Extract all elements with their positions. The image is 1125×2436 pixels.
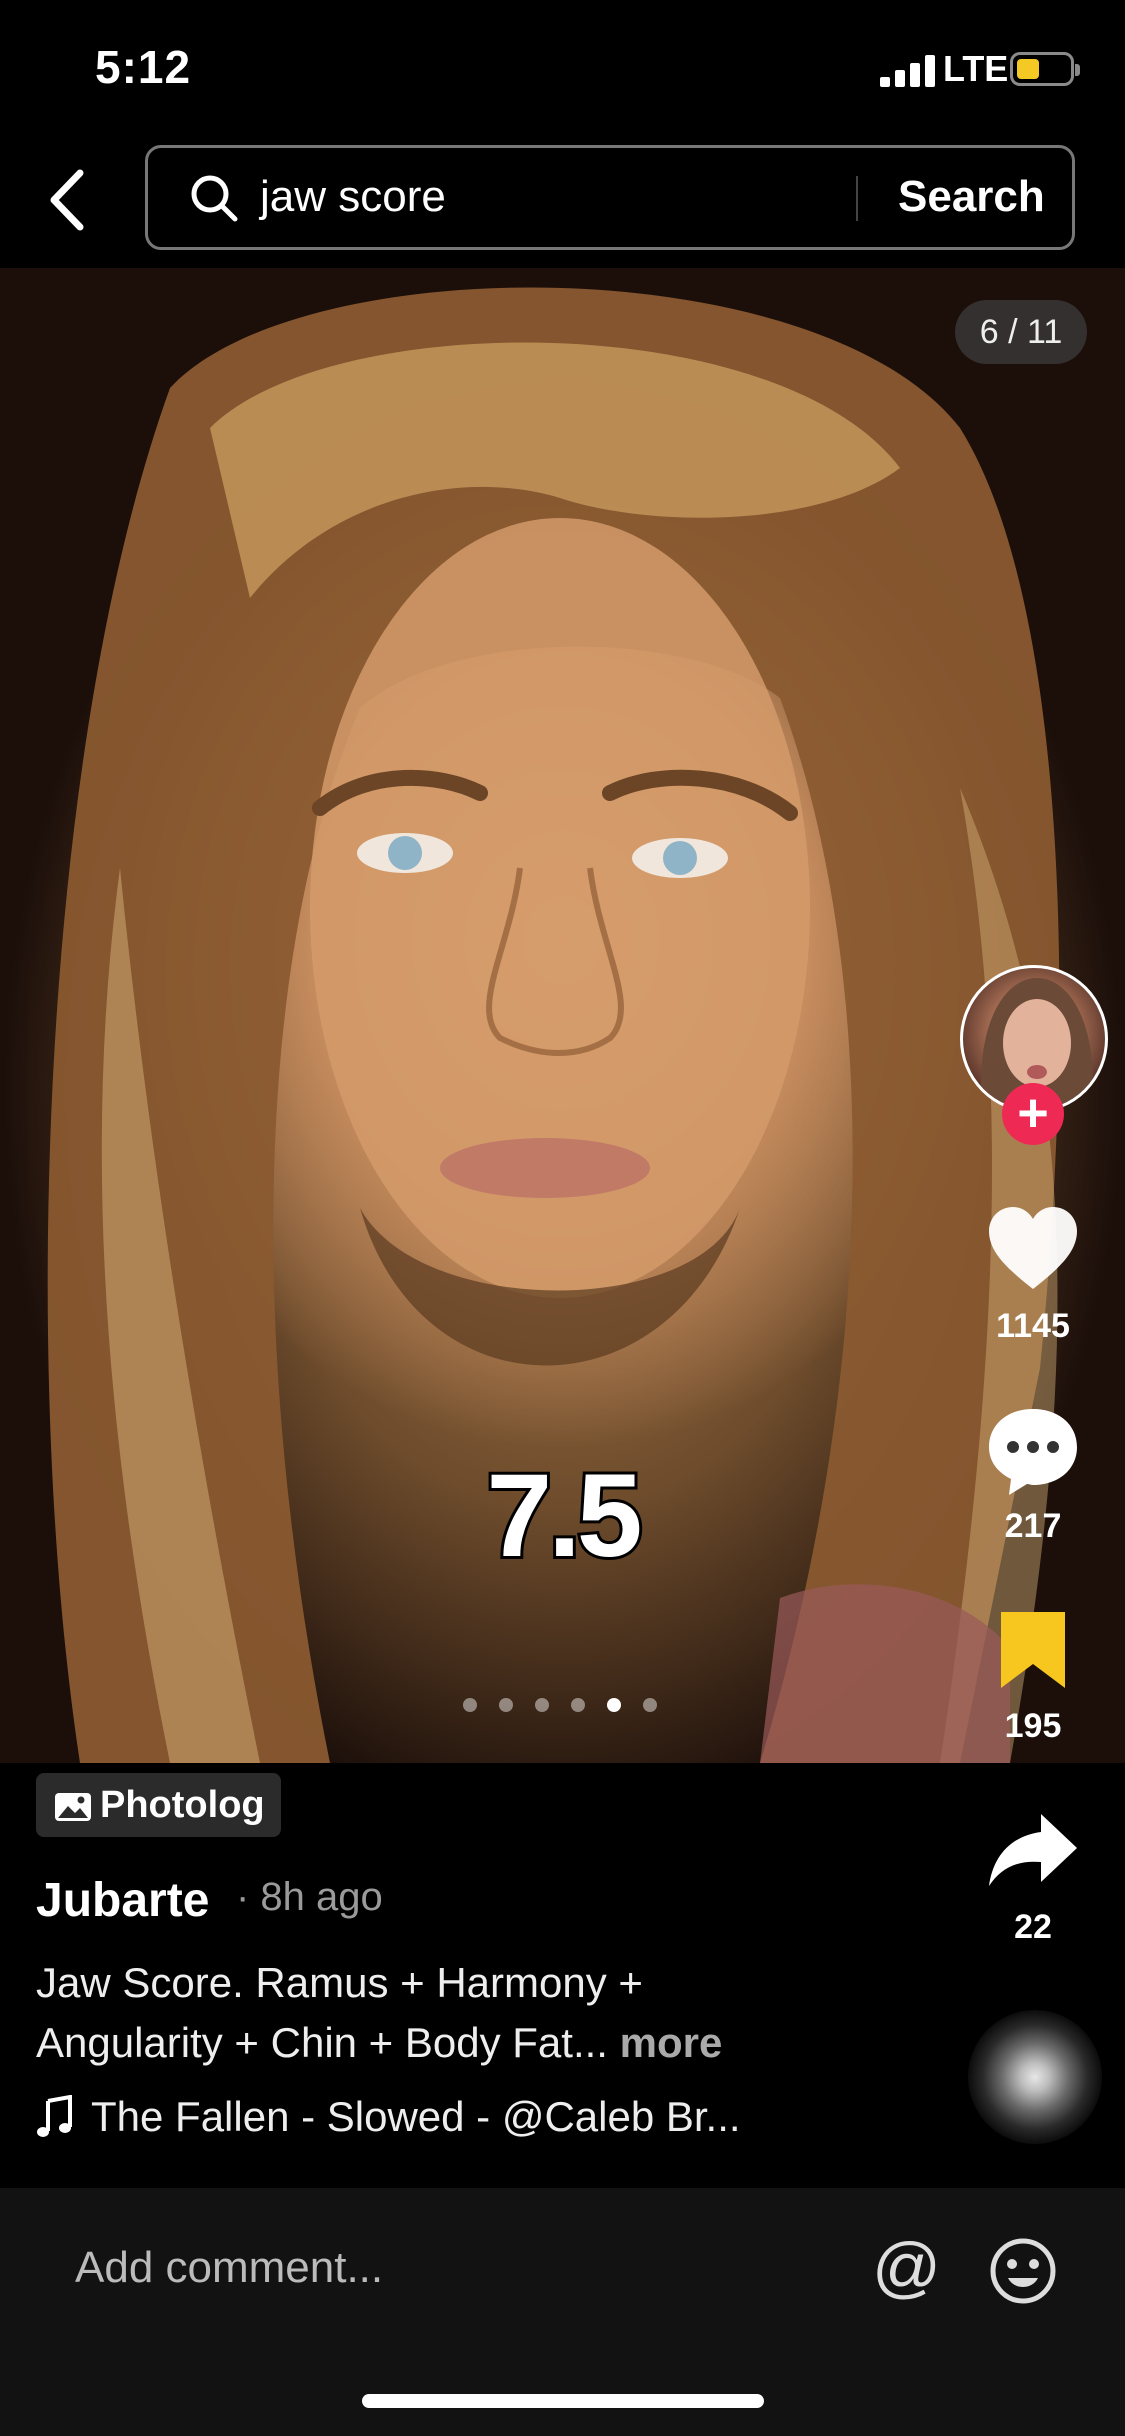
comment-icon[interactable] bbox=[985, 1405, 1081, 1497]
bookmark-icon[interactable] bbox=[997, 1608, 1069, 1692]
post-info: Photolog Jubarte · 8h ago Jaw Score. Ram… bbox=[0, 1763, 1125, 2188]
music-disc[interactable] bbox=[968, 2010, 1102, 2144]
post-photo[interactable]: 6 / 11 7.5 bbox=[0, 268, 1125, 1763]
back-icon bbox=[50, 169, 84, 231]
status-bar: 5:12 LTE bbox=[0, 0, 1125, 135]
carousel-dot[interactable] bbox=[571, 1698, 585, 1712]
network-label: LTE bbox=[943, 48, 1009, 89]
caption[interactable]: Jaw Score. Ramus + Harmony + Angularity … bbox=[36, 1953, 796, 2073]
status-time: 5:12 bbox=[95, 41, 192, 93]
home-indicator bbox=[362, 2394, 764, 2408]
image-counter: 6 / 11 bbox=[955, 300, 1087, 364]
search-input[interactable]: jaw score Search bbox=[145, 145, 1075, 250]
search-divider bbox=[856, 176, 858, 221]
username[interactable]: Jubarte bbox=[36, 1873, 209, 1928]
carousel-dot[interactable] bbox=[463, 1698, 477, 1712]
post-time: · 8h ago bbox=[236, 1875, 383, 1919]
carousel-dot-active[interactable] bbox=[607, 1698, 621, 1712]
follow-button[interactable]: + bbox=[1002, 1083, 1064, 1145]
save-count: 195 bbox=[1004, 1707, 1062, 1745]
comment-count: 217 bbox=[1004, 1507, 1062, 1545]
carousel-dot[interactable] bbox=[643, 1698, 657, 1712]
search-icon bbox=[191, 175, 238, 222]
photo-icon bbox=[55, 1792, 91, 1821]
emoji-icon[interactable] bbox=[988, 2236, 1058, 2306]
search-query[interactable]: jaw score bbox=[260, 172, 446, 222]
photolog-badge[interactable]: Photolog bbox=[36, 1773, 281, 1837]
share-count: 22 bbox=[1014, 1908, 1052, 1946]
signal-icon bbox=[880, 55, 936, 87]
carousel-dot[interactable] bbox=[535, 1698, 549, 1712]
caption-text: Jaw Score. Ramus + Harmony + Angularity … bbox=[36, 1959, 643, 2066]
back-button[interactable] bbox=[40, 165, 100, 235]
music-title: The Fallen - Slowed - @Caleb Br... bbox=[91, 2093, 741, 2140]
share-icon[interactable] bbox=[985, 1810, 1081, 1890]
comment-input[interactable]: Add comment... bbox=[75, 2243, 383, 2293]
music-note-icon bbox=[37, 2095, 72, 2137]
like-count: 1145 bbox=[996, 1307, 1070, 1345]
search-header: jaw score Search bbox=[0, 135, 1125, 265]
score-overlay: 7.5 bbox=[483, 1447, 645, 1585]
battery-icon bbox=[1010, 52, 1080, 86]
badge-label: Photolog bbox=[100, 1784, 265, 1826]
caption-more-link[interactable]: more bbox=[620, 2019, 723, 2066]
carousel-dot[interactable] bbox=[499, 1698, 513, 1712]
at-icon[interactable]: @ bbox=[872, 2228, 941, 2306]
heart-icon[interactable] bbox=[985, 1205, 1081, 1293]
search-button[interactable]: Search bbox=[898, 172, 1045, 222]
